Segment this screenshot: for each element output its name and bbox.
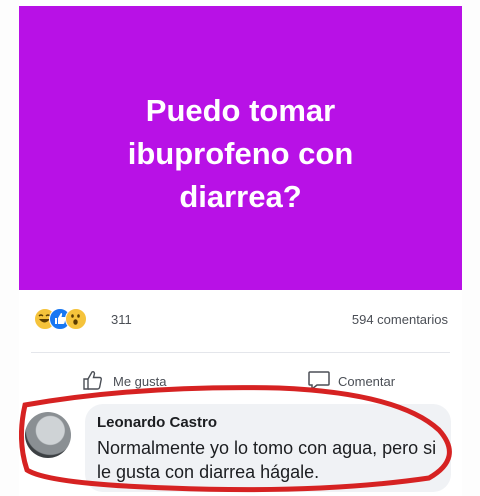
- post-banner[interactable]: Puedo tomar ibuprofeno con diarrea?: [19, 6, 462, 290]
- comment-bubble: Leonardo Castro Normalmente yo lo tomo c…: [85, 404, 451, 492]
- comment-text: Normalmente yo lo tomo con agua, pero si…: [97, 438, 437, 482]
- comment-button-label: Comentar: [338, 374, 396, 389]
- like-button[interactable]: Me gusta: [82, 369, 166, 394]
- comment: Leonardo Castro Normalmente yo lo tomo c…: [19, 398, 462, 496]
- wow-emoji-icon: [65, 308, 87, 330]
- post-card: Puedo tomar ibuprofeno con diarrea? 311 …: [19, 0, 462, 496]
- comment-author[interactable]: Leonardo Castro: [97, 414, 217, 431]
- like-button-label: Me gusta: [113, 374, 167, 389]
- reactions-bar: 311 594 comentarios: [19, 298, 462, 340]
- divider: [31, 352, 450, 353]
- thumbs-up-icon: [82, 369, 106, 394]
- actions-bar: Me gusta Comentar: [19, 360, 462, 400]
- reaction-count[interactable]: 311: [111, 312, 132, 327]
- avatar[interactable]: [25, 412, 71, 458]
- comment-button[interactable]: Comentar: [307, 369, 395, 394]
- speech-bubble-icon: [307, 369, 331, 394]
- comments-count[interactable]: 594 comentarios: [352, 312, 448, 327]
- post-banner-text: Puedo tomar ibuprofeno con diarrea?: [127, 92, 354, 214]
